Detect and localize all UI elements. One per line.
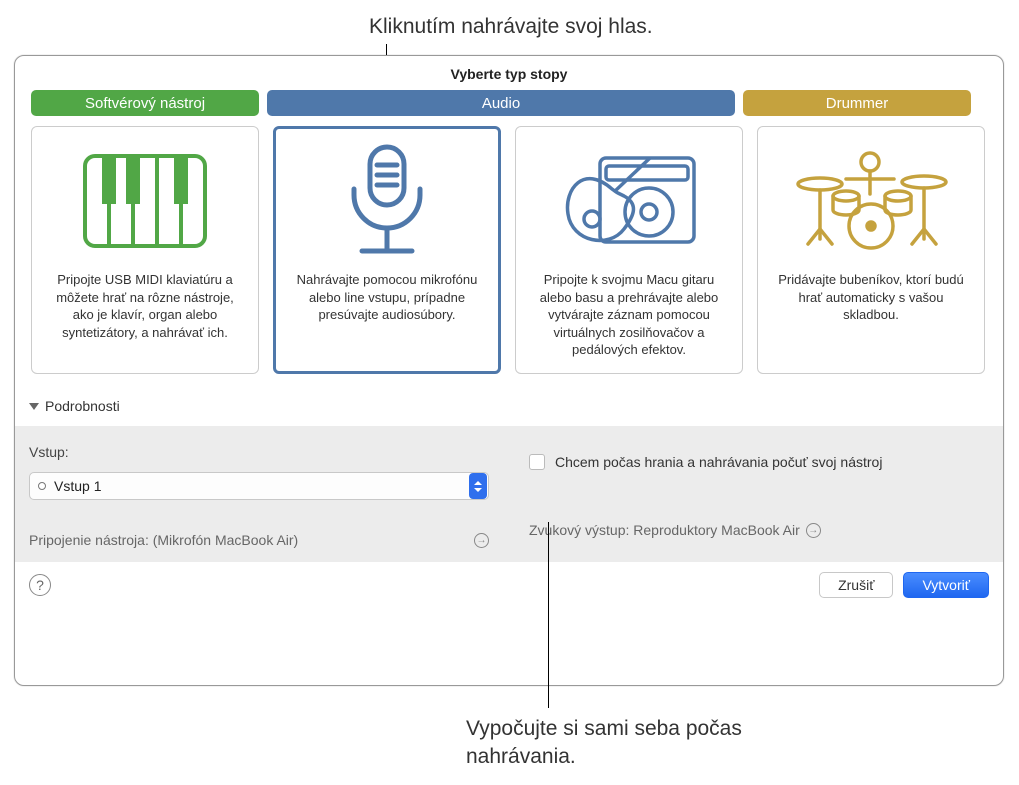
category-tabs: Softvérový nástroj Audio Drummer	[15, 90, 1003, 126]
input-label: Vstup:	[29, 444, 489, 460]
cancel-button[interactable]: Zrušiť	[819, 572, 893, 598]
card-mic-desc: Nahrávajte pomocou mikrofónu alebo line …	[288, 271, 486, 324]
card-drummer-desc: Pridávajte bubeníkov, ktorí budú hrať au…	[772, 271, 970, 324]
keyboard-icon	[60, 141, 230, 261]
new-track-panel: Vyberte typ stopy Softvérový nástroj Aud…	[14, 55, 1004, 686]
input-led-icon	[38, 482, 46, 490]
tab-drummer[interactable]: Drummer	[743, 90, 971, 116]
footer-buttons: Zrušiť Vytvoriť	[819, 572, 989, 598]
panel-title: Vyberte typ stopy	[15, 56, 1003, 90]
card-audio-mic[interactable]: Nahrávajte pomocou mikrofónu alebo line …	[273, 126, 501, 374]
arrow-right-circle-icon[interactable]: →	[474, 533, 489, 548]
details-left-col: Vstup: Vstup 1 Pripojenie nástroja: (Mik…	[29, 444, 489, 548]
connection-text: Pripojenie nástroja: (Mikrofón MacBook A…	[29, 532, 298, 548]
card-guitar-desc: Pripojte k svojmu Macu gitaru alebo basu…	[530, 271, 728, 359]
monitor-checkbox-label: Chcem počas hrania a nahrávania počuť sv…	[555, 454, 882, 470]
card-drummer[interactable]: Pridávajte bubeníkov, ktorí budú hrať au…	[757, 126, 985, 374]
tab-audio[interactable]: Audio	[267, 90, 735, 116]
panel-footer: ? Zrušiť Vytvoriť	[15, 562, 1003, 610]
create-button[interactable]: Vytvoriť	[903, 572, 989, 598]
monitor-checkbox[interactable]	[529, 454, 545, 470]
connection-line: Pripojenie nástroja: (Mikrofón MacBook A…	[29, 532, 489, 548]
tab-software-instrument[interactable]: Softvérový nástroj	[31, 90, 259, 116]
details-label: Podrobnosti	[45, 398, 120, 414]
callout-top-text: Kliknutím nahrávajte svoj hlas.	[369, 15, 709, 39]
monitor-checkbox-row: Chcem počas hrania a nahrávania počuť sv…	[529, 454, 989, 470]
guitar-amp-icon	[544, 141, 714, 261]
details-toggle[interactable]: Podrobnosti	[15, 388, 1003, 426]
callout-bottom-line	[548, 522, 549, 708]
microphone-icon	[302, 141, 472, 261]
output-text: Zvukový výstup: Reproduktory MacBook Air	[529, 522, 800, 538]
card-audio-guitar[interactable]: Pripojte k svojmu Macu gitaru alebo basu…	[515, 126, 743, 374]
arrow-right-circle-icon[interactable]: →	[806, 523, 821, 538]
card-software-instrument[interactable]: Pripojte USB MIDI klaviatúru a môžete hr…	[31, 126, 259, 374]
input-select-value: Vstup 1	[54, 478, 468, 494]
details-right-col: Chcem počas hrania a nahrávania počuť sv…	[529, 444, 989, 548]
output-line: Zvukový výstup: Reproduktory MacBook Air…	[529, 522, 989, 538]
track-cards: Pripojte USB MIDI klaviatúru a môžete hr…	[15, 126, 1003, 388]
drummer-icon	[786, 141, 956, 261]
input-select[interactable]: Vstup 1	[29, 472, 489, 500]
card-software-desc: Pripojte USB MIDI klaviatúru a môžete hr…	[46, 271, 244, 341]
chevron-down-icon	[29, 403, 39, 410]
details-body: Vstup: Vstup 1 Pripojenie nástroja: (Mik…	[15, 426, 1003, 562]
stepper-icon[interactable]	[469, 473, 487, 499]
callout-bottom-text: Vypočujte si sami seba počas nahrávania.	[466, 715, 806, 772]
help-icon[interactable]: ?	[29, 574, 51, 596]
